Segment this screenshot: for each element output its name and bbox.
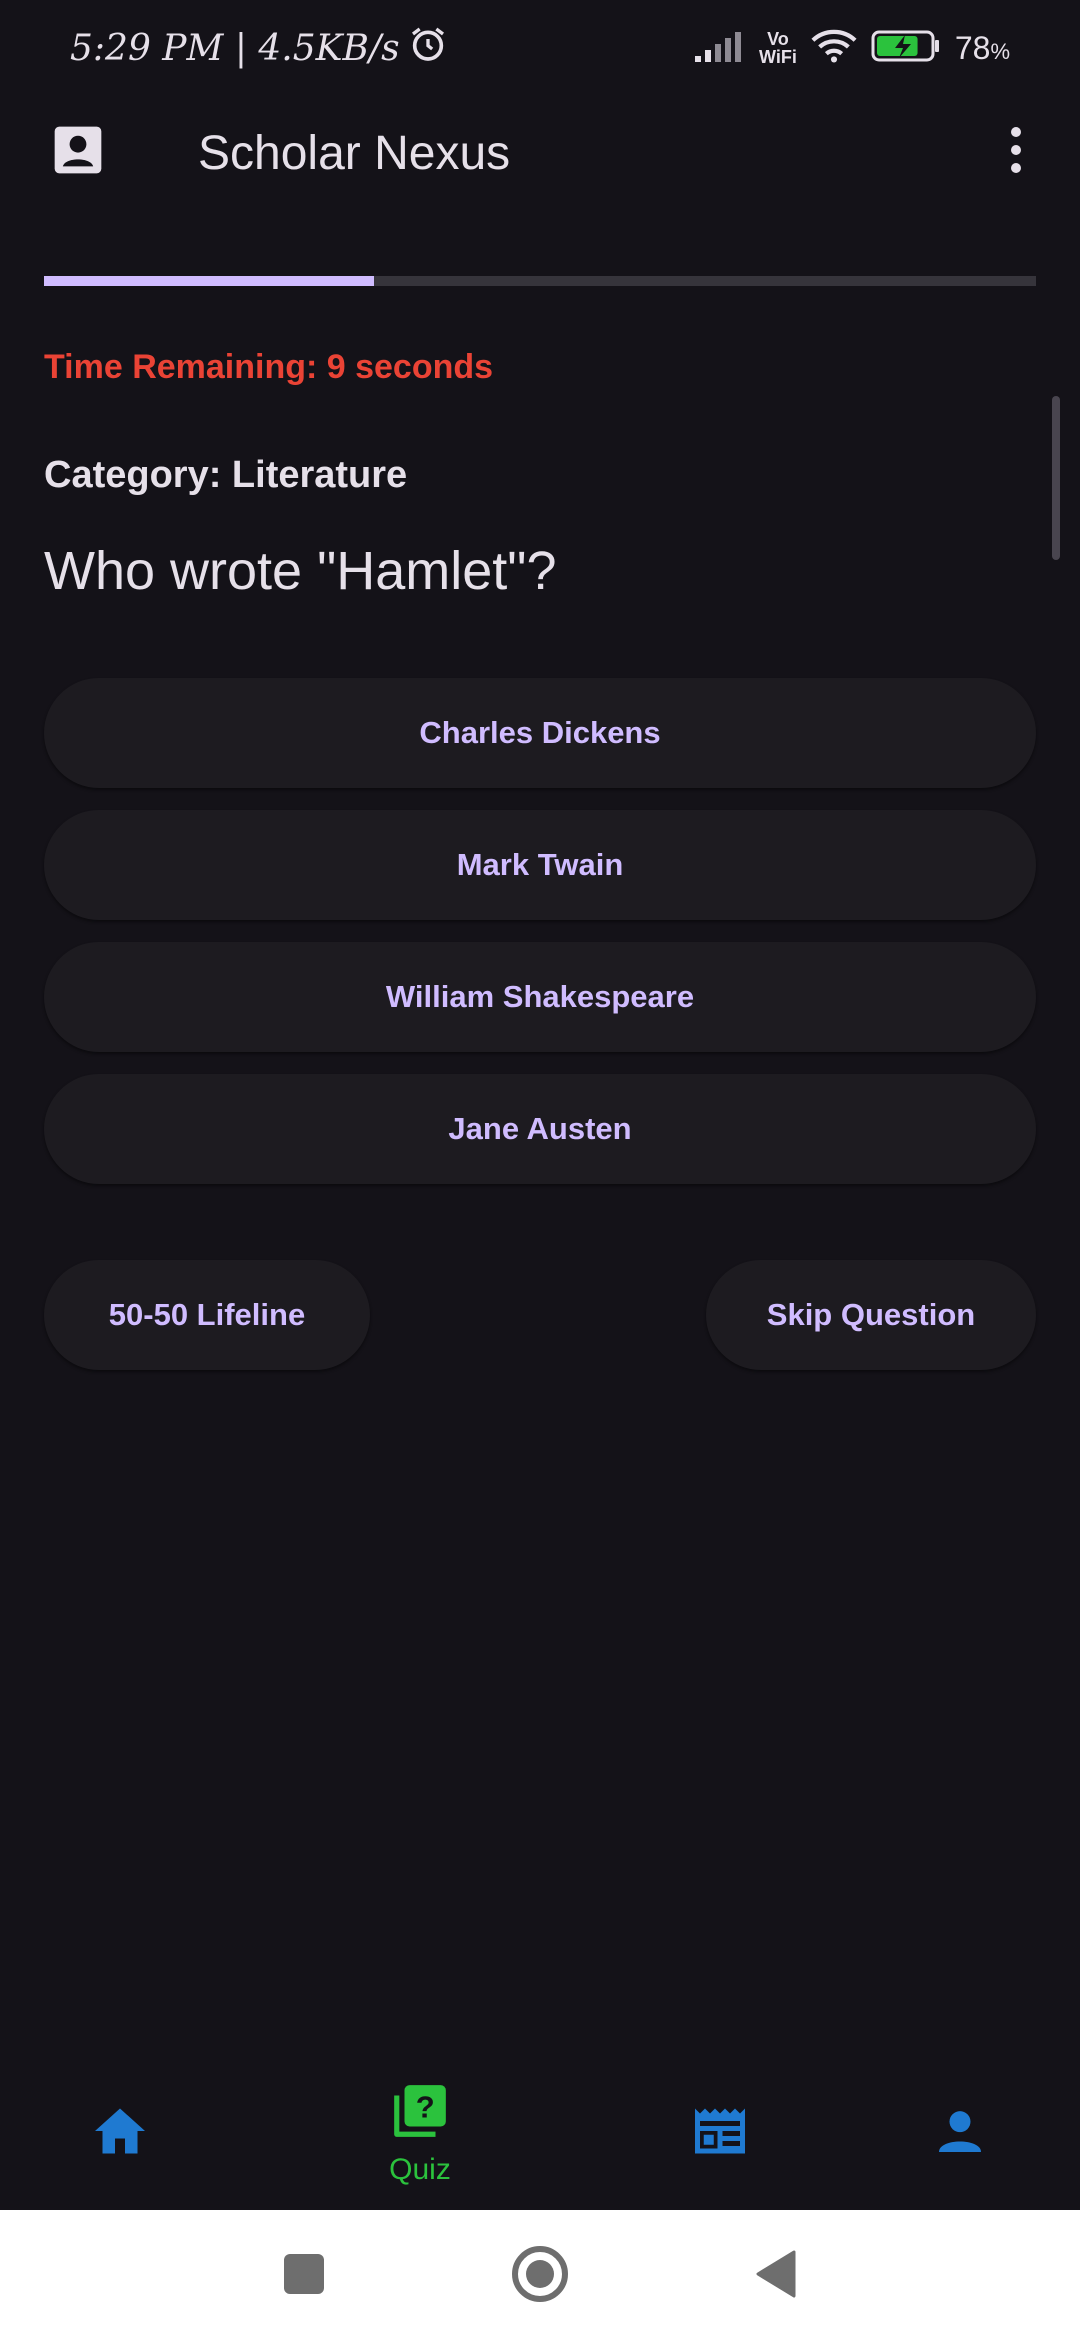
person-icon: [932, 2103, 988, 2164]
nav-item-quiz[interactable]: ? Quiz: [320, 2056, 520, 2210]
question-text: Who wrote "Hamlet"?: [44, 541, 557, 601]
answer-option-4[interactable]: Jane Austen: [44, 1074, 1036, 1184]
news-icon: [690, 2101, 750, 2166]
triangle-back-icon: [754, 2250, 798, 2303]
battery-percent-suffix: %: [990, 38, 1010, 64]
nav-item-home[interactable]: [20, 2056, 220, 2210]
recents-button[interactable]: [274, 2246, 334, 2306]
fifty-fifty-lifeline-button[interactable]: 50-50 Lifeline: [44, 1260, 370, 1370]
status-time-speed: 5:29 PM | 4.5KB/s: [70, 27, 400, 69]
status-bar: 5:29 PM | 4.5KB/s Vo WiFi 78%: [0, 0, 1080, 96]
home-icon: [90, 2101, 150, 2166]
square-icon: [282, 2252, 326, 2301]
account-box-icon: [50, 122, 106, 183]
answer-option-3[interactable]: William Shakespeare: [44, 942, 1036, 1052]
app-title: Scholar Nexus: [198, 127, 511, 180]
status-left: 5:29 PM | 4.5KB/s: [70, 24, 448, 73]
more-vert-icon: [1008, 124, 1024, 181]
answer-option-2[interactable]: Mark Twain: [44, 810, 1036, 920]
wifi-icon: [811, 28, 857, 69]
system-navigation-bar: [0, 2210, 1080, 2340]
battery-percent-group: 78%: [955, 30, 1010, 67]
answer-options: Charles Dickens Mark Twain William Shake…: [44, 678, 1036, 1206]
nav-item-profile[interactable]: [860, 2056, 1060, 2210]
alarm-icon: [408, 24, 448, 73]
vowifi-indicator: Vo WiFi: [759, 30, 797, 66]
quiz-progress-fill: [44, 276, 375, 286]
overflow-menu-button[interactable]: [992, 118, 1040, 186]
nav-item-news[interactable]: [620, 2056, 820, 2210]
battery-percent: 78: [954, 29, 991, 66]
bottom-navigation: ? Quiz: [0, 2056, 1080, 2210]
svg-text:?: ?: [416, 2089, 435, 2124]
time-remaining-text: Time Remaining: 9 seconds: [44, 348, 494, 386]
account-button[interactable]: [44, 118, 112, 186]
scrollbar[interactable]: [1052, 396, 1060, 560]
back-button[interactable]: [746, 2246, 806, 2306]
app-bar: Scholar Nexus: [0, 96, 1080, 212]
home-button[interactable]: [510, 2244, 570, 2309]
skip-question-button[interactable]: Skip Question: [706, 1260, 1036, 1370]
vowifi-top: Vo: [767, 29, 789, 49]
battery-icon: [871, 28, 941, 69]
circle-icon: [510, 2244, 570, 2309]
answer-option-1[interactable]: Charles Dickens: [44, 678, 1036, 788]
quiz-icon: ?: [389, 2080, 451, 2147]
quiz-screen: 5:29 PM | 4.5KB/s Vo WiFi 78% Scholar Ne…: [0, 0, 1080, 2340]
status-right: Vo WiFi 78%: [693, 28, 1010, 69]
category-label: Category: Literature: [44, 454, 408, 496]
signal-icon: [693, 28, 745, 69]
nav-label-quiz: Quiz: [389, 2152, 451, 2186]
quiz-progress-bar: [44, 276, 1036, 286]
vowifi-bottom: WiFi: [759, 47, 797, 67]
